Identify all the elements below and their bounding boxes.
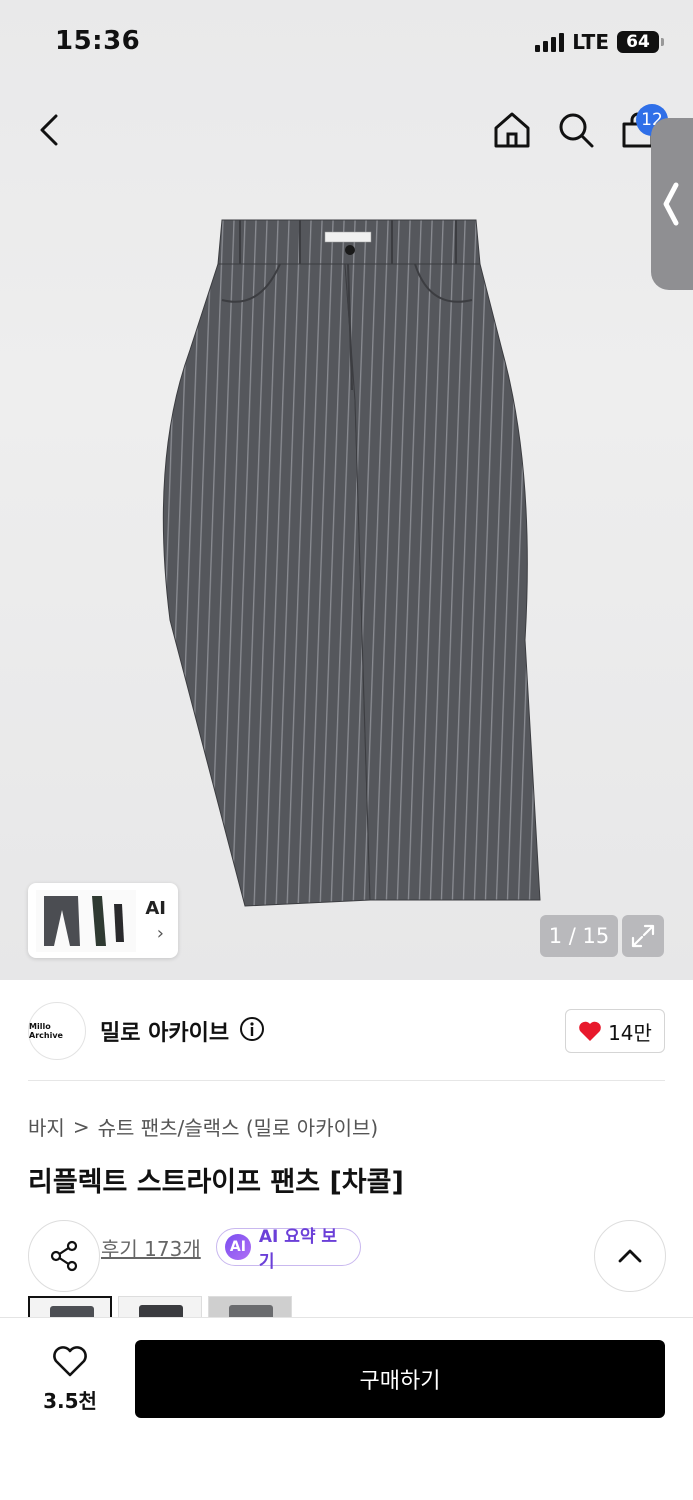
brand-name[interactable]: 밀로 아카이브 xyxy=(100,1015,229,1047)
image-counter: 1 / 15 xyxy=(540,915,618,957)
status-indicators: LTE 64 xyxy=(535,30,664,54)
breadcrumb-separator: > xyxy=(72,1114,90,1139)
chevron-left-icon xyxy=(663,182,679,226)
ai-summary-label: AI 요약 보기 xyxy=(258,1227,338,1272)
brand-logo[interactable]: Millo Archive xyxy=(28,1002,86,1060)
brand-like-count: 14만 xyxy=(608,1020,652,1045)
ai-outfit-thumbnail[interactable]: AI › xyxy=(28,883,178,958)
thumbnail-image xyxy=(36,889,136,952)
reviews-link[interactable]: 후기 173개 xyxy=(101,1233,201,1262)
signal-icon xyxy=(535,32,565,52)
product-title: 리플렉트 스트라이프 팬츠 [차콜] xyxy=(28,1167,404,1198)
info-icon[interactable] xyxy=(239,1016,265,1046)
wishlist-button[interactable]: 3.5천 xyxy=(32,1345,108,1414)
chevron-left-icon xyxy=(40,114,58,146)
heart-filled-icon xyxy=(579,1021,601,1041)
product-image-gallery[interactable]: 15:36 LTE 64 12 AI › 1 / 15 xyxy=(0,0,693,980)
breadcrumb-subcategory[interactable]: 슈트 팬츠/슬랙스 (밀로 아카이브) xyxy=(98,1112,379,1141)
chevron-right-icon: › xyxy=(156,923,164,944)
color-option[interactable] xyxy=(208,1296,292,1318)
status-time: 15:36 xyxy=(55,26,141,56)
ai-thumb-label: AI xyxy=(145,898,166,919)
breadcrumb: 바지 > 슈트 팬츠/슬랙스 (밀로 아카이브) xyxy=(28,1112,378,1141)
brand-like-button[interactable]: 14만 xyxy=(565,1009,665,1053)
home-icon xyxy=(494,112,530,148)
buy-button[interactable]: 구매하기 xyxy=(135,1340,665,1418)
side-panel-handle[interactable] xyxy=(651,118,693,290)
wishlist-count: 3.5천 xyxy=(43,1389,97,1413)
battery-icon: 64 xyxy=(617,31,664,53)
network-label: LTE xyxy=(572,30,609,54)
search-icon xyxy=(559,113,594,148)
brand-row: Millo Archive 밀로 아카이브 14만 xyxy=(28,1002,665,1060)
color-option[interactable] xyxy=(118,1296,202,1318)
divider xyxy=(28,1080,665,1081)
ai-badge-icon: AI xyxy=(225,1234,251,1260)
home-button[interactable] xyxy=(492,110,532,154)
product-photo xyxy=(162,219,541,907)
scroll-top-button[interactable] xyxy=(594,1220,666,1292)
breadcrumb-category[interactable]: 바지 xyxy=(28,1112,65,1141)
expand-icon xyxy=(631,924,655,948)
share-button[interactable] xyxy=(28,1220,100,1292)
search-button[interactable] xyxy=(556,110,596,154)
ai-summary-button[interactable]: AI AI 요약 보기 xyxy=(216,1227,361,1272)
share-icon xyxy=(50,1240,78,1272)
color-option[interactable] xyxy=(28,1296,112,1318)
expand-button[interactable] xyxy=(622,915,664,957)
heart-outline-icon xyxy=(53,1346,87,1377)
color-options xyxy=(28,1296,292,1318)
chevron-up-icon xyxy=(618,1249,642,1263)
back-button[interactable] xyxy=(36,112,64,152)
